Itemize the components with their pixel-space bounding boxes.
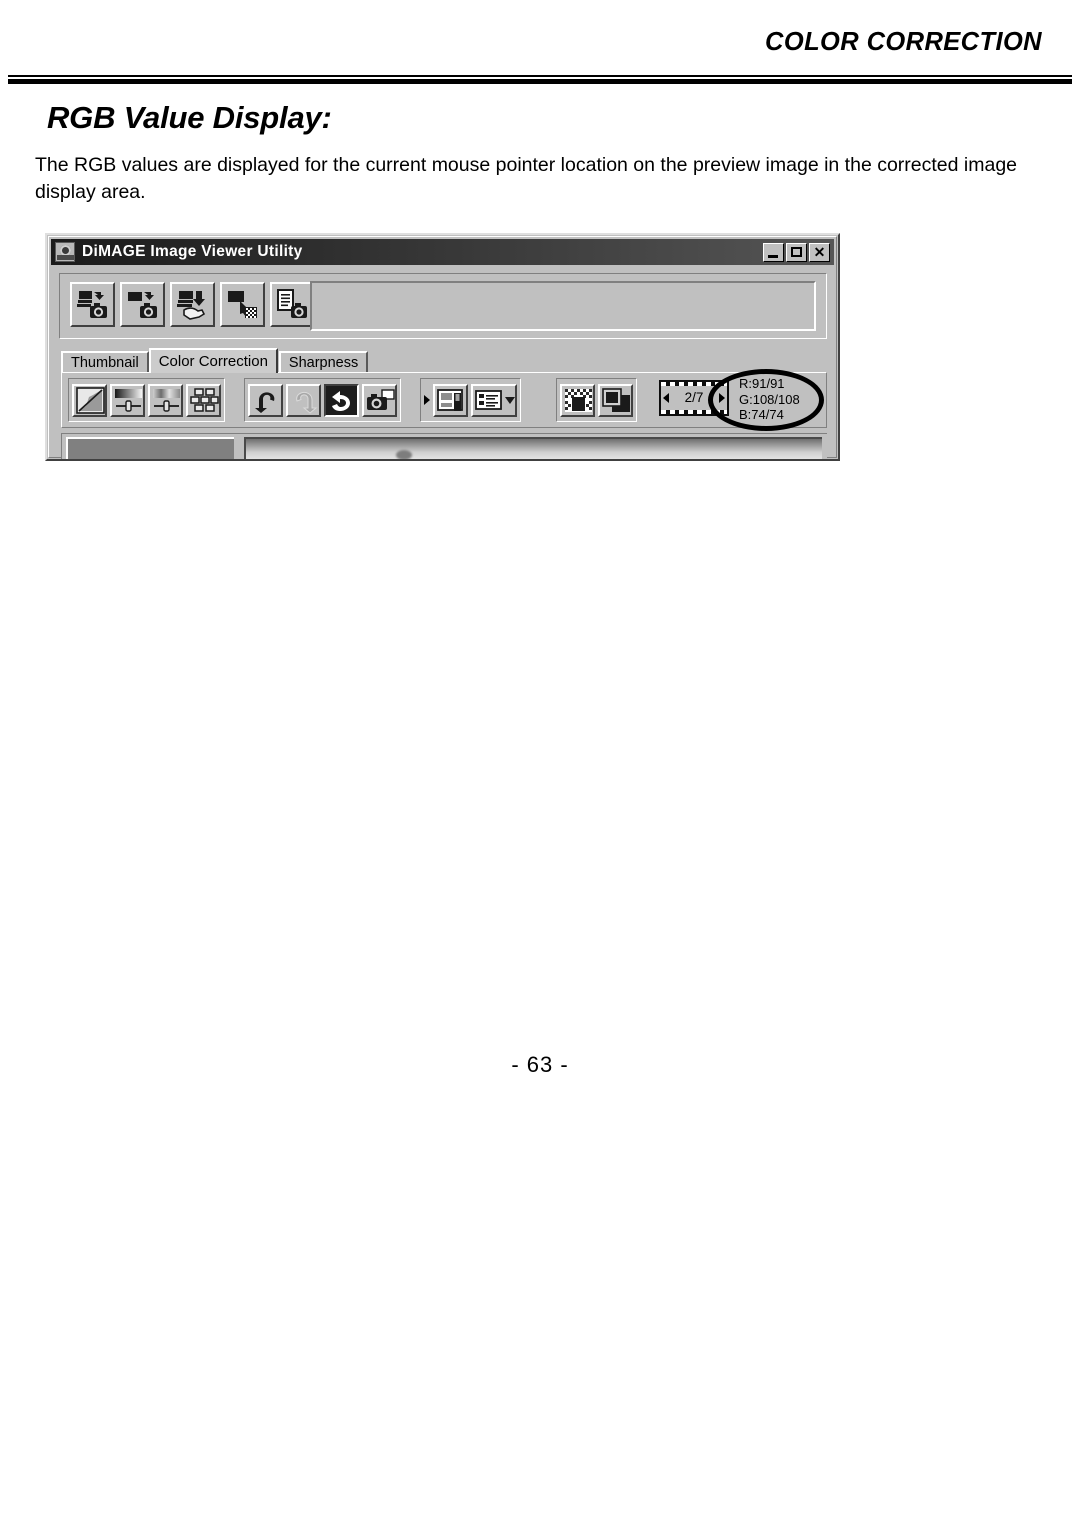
rgb-green-value: G:108/108 (739, 391, 800, 407)
tone-curve-icon (76, 386, 105, 414)
load-all-images-icon (77, 291, 107, 318)
dimage-viewer-window: DiMAGE Image Viewer Utility ✕ Thumbnail … (45, 233, 840, 461)
preview-image-content (396, 450, 412, 459)
correction-group-view (556, 378, 637, 422)
display-rgb-values-button[interactable] (560, 383, 595, 417)
brightness-slider-icon (115, 388, 142, 412)
compare-images-icon (602, 387, 630, 412)
correction-group-history (244, 378, 401, 422)
page-header: COLOR CORRECTION (0, 28, 1080, 88)
redo-button[interactable] (286, 383, 321, 417)
rgb-values-icon (565, 388, 592, 412)
close-icon: ✕ (813, 243, 826, 260)
variation-button[interactable] (186, 383, 221, 417)
main-toolbar-panel (59, 273, 827, 339)
reset-all-icon (332, 390, 350, 411)
hue-slider-icon (153, 388, 180, 412)
redo-arrow-icon (296, 391, 318, 414)
hue-saturation-lightness-button[interactable] (148, 383, 183, 417)
tab-color-correction[interactable]: Color Correction (148, 348, 278, 373)
compare-before-after-button[interactable] (598, 383, 633, 417)
snapshot-button[interactable] (362, 383, 397, 417)
load-all-images-button[interactable] (70, 282, 115, 327)
brightness-contrast-balance-button[interactable] (110, 383, 145, 417)
save-image-icon (177, 291, 206, 320)
undo-button[interactable] (248, 383, 283, 417)
close-button[interactable]: ✕ (809, 242, 830, 262)
frame-navigator-inner: 2/7 (661, 386, 727, 410)
reset-all-button[interactable] (324, 383, 359, 417)
rgb-red-value: R:91/91 (739, 376, 785, 391)
load-correction-job-button[interactable] (471, 383, 517, 417)
rgb-value-display: R:91/91 G:108/108 B:74/74 (739, 376, 800, 423)
previous-frame-arrow-icon[interactable] (663, 393, 669, 403)
minimize-button[interactable] (763, 242, 784, 262)
window-title: DiMAGE Image Viewer Utility (82, 243, 303, 260)
body-paragraph: The RGB values are displayed for the cur… (35, 154, 1018, 203)
load-image-icon (128, 292, 157, 318)
correction-group-adjust (68, 378, 225, 422)
window-titlebar[interactable]: DiMAGE Image Viewer Utility ✕ (51, 239, 834, 265)
header-rule-thick (8, 79, 1072, 84)
save-correction-job-button[interactable] (433, 383, 468, 417)
thumbnail-pane[interactable] (66, 437, 234, 459)
export-image-icon (228, 291, 257, 318)
save-image-button[interactable] (170, 282, 215, 327)
tone-curve-histogram-button[interactable] (72, 383, 107, 417)
corrected-image-preview-pane[interactable] (244, 437, 822, 459)
load-image-button[interactable] (120, 282, 165, 327)
print-icon (277, 289, 307, 318)
correction-group-jobs (420, 378, 521, 422)
frame-navigator: 2/7 (659, 380, 729, 416)
page-number: - 63 - (511, 1052, 569, 1077)
section-title: RGB Value Display: (47, 100, 332, 135)
correction-toolbar-panel: 2/7 R:91/91 G:108/108 B:74/74 (61, 369, 827, 431)
file-name-field[interactable] (310, 281, 816, 331)
page-header-title: COLOR CORRECTION (765, 28, 1042, 56)
variation-grid-icon (190, 387, 219, 412)
tab-sharpness[interactable]: Sharpness (278, 351, 369, 373)
job-expand-arrow-icon (424, 395, 430, 405)
print-button[interactable] (270, 282, 315, 327)
main-toolbar-buttons (70, 282, 315, 327)
undo-arrow-icon (255, 391, 275, 413)
next-frame-arrow-icon[interactable] (719, 393, 725, 403)
image-display-area (61, 433, 827, 459)
window-button-group: ✕ (763, 242, 832, 262)
frame-counter: 2/7 (684, 390, 704, 406)
rgb-blue-value: B:74/74 (739, 407, 784, 422)
export-image-button[interactable] (220, 282, 265, 327)
tab-thumbnail[interactable]: Thumbnail (61, 351, 149, 373)
dimage-app-icon (55, 242, 75, 262)
load-job-icon (475, 389, 515, 410)
save-job-icon (437, 388, 463, 411)
tab-strip: Thumbnail Color Correction Sharpness (61, 348, 369, 373)
maximize-button[interactable] (786, 242, 807, 262)
camera-snapshot-icon (367, 388, 395, 410)
